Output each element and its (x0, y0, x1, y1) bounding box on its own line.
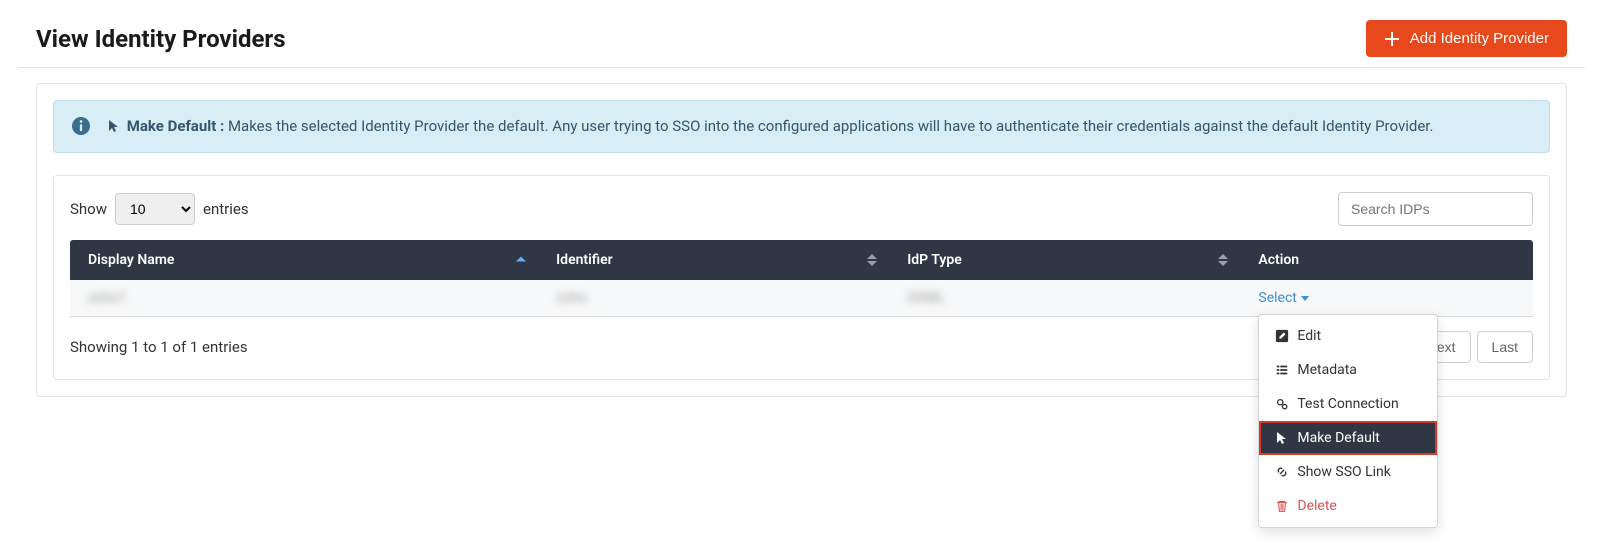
info-banner: Make Default : Makes the selected Identi… (53, 100, 1550, 153)
action-select-label: Select (1258, 290, 1296, 306)
action-select-dropdown[interactable]: Select (1258, 290, 1308, 306)
sort-icon (1218, 254, 1228, 266)
cell-idp-type: SAML (907, 290, 944, 306)
cell-identifier: zoho (556, 290, 587, 306)
col-identifier-label: Identifier (556, 252, 613, 268)
sort-icon (516, 257, 526, 264)
col-action-label: Action (1258, 252, 1299, 268)
search-input[interactable] (1338, 192, 1533, 226)
col-action: Action (1240, 240, 1533, 280)
entries-info: Showing 1 to 1 of 1 entries (70, 338, 248, 356)
menu-item-edit[interactable]: Edit (1259, 319, 1437, 353)
menu-item-delete[interactable]: Delete (1259, 489, 1437, 523)
menu-item-metadata-label: Metadata (1297, 362, 1357, 378)
idp-table: Display Name Identifier IdP Type (70, 240, 1533, 317)
trash-icon (1275, 499, 1289, 513)
gears-icon (1275, 397, 1289, 411)
col-display-name-label: Display Name (88, 252, 174, 268)
page-title: View Identity Providers (36, 25, 286, 53)
pagination-last-button[interactable]: Last (1477, 331, 1533, 363)
menu-item-edit-label: Edit (1297, 328, 1321, 344)
divider (18, 67, 1585, 68)
menu-item-make-default-label: Make Default (1297, 430, 1380, 446)
link-icon (1275, 465, 1289, 479)
menu-item-delete-label: Delete (1297, 498, 1336, 514)
menu-item-test-connection-label: Test Connection (1297, 396, 1398, 412)
menu-item-test-connection[interactable]: Test Connection (1259, 387, 1437, 421)
info-description: Makes the selected Identity Provider the… (224, 117, 1433, 135)
sort-icon (867, 254, 877, 266)
show-label-post: entries (203, 200, 249, 218)
show-label-pre: Show (70, 200, 107, 218)
menu-item-metadata[interactable]: Metadata (1259, 353, 1437, 387)
col-display-name[interactable]: Display Name (70, 240, 538, 280)
add-identity-provider-label: Add Identity Provider (1410, 30, 1549, 47)
col-identifier[interactable]: Identifier (538, 240, 889, 280)
list-icon (1275, 363, 1289, 377)
col-idp-type[interactable]: IdP Type (889, 240, 1240, 280)
cell-display-name: zoho1 (88, 290, 126, 306)
menu-item-show-sso-link-label: Show SSO Link (1297, 464, 1391, 480)
cursor-icon (108, 119, 120, 133)
idp-table-container: Show 10 entries Display Name (53, 175, 1550, 380)
action-dropdown-menu: Edit Metadata Test Connection (1258, 314, 1438, 528)
menu-item-show-sso-link[interactable]: Show SSO Link (1259, 455, 1437, 489)
entries-per-page-select[interactable]: 10 (115, 193, 195, 225)
col-idp-type-label: IdP Type (907, 252, 961, 268)
plus-icon (1384, 31, 1400, 47)
edit-icon (1275, 329, 1289, 343)
table-row: zoho1 zoho SAML Select (70, 280, 1533, 317)
info-title: Make Default : (127, 117, 225, 135)
cursor-icon (1275, 431, 1289, 445)
info-icon (72, 117, 90, 135)
caret-down-icon (1301, 296, 1309, 301)
menu-item-make-default[interactable]: Make Default (1259, 421, 1437, 455)
add-identity-provider-button[interactable]: Add Identity Provider (1366, 20, 1567, 57)
